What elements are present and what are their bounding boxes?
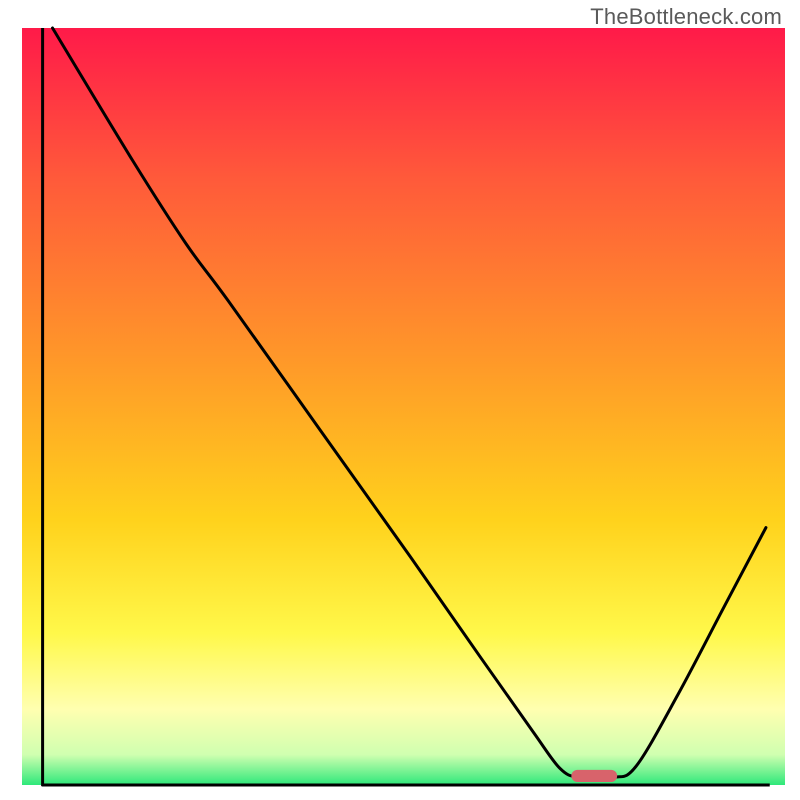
optimum-marker: [571, 770, 617, 782]
plot-background: [22, 28, 785, 785]
watermark-text: TheBottleneck.com: [590, 4, 782, 30]
chart-svg: [0, 0, 800, 800]
bottleneck-chart: TheBottleneck.com: [0, 0, 800, 800]
